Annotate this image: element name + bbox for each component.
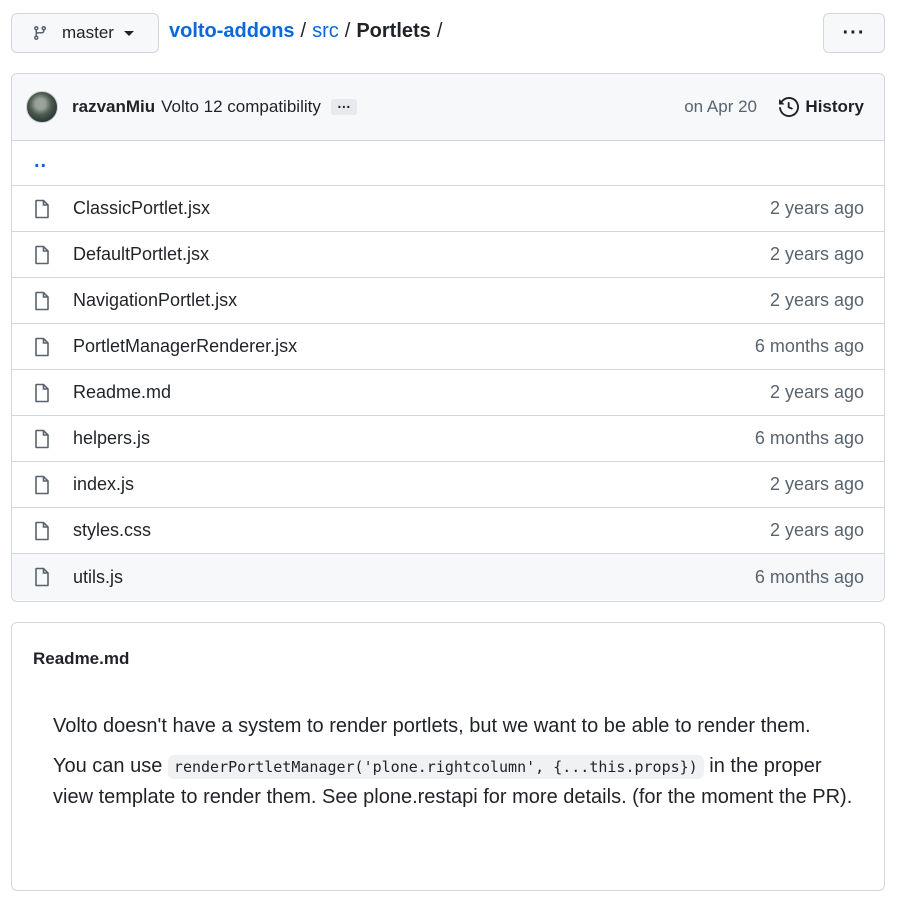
file-commit-age: 2 years ago bbox=[769, 290, 864, 310]
file-name-link[interactable]: DefaultPortlet.jsx bbox=[73, 244, 209, 265]
history-icon bbox=[779, 97, 800, 117]
inline-code: renderPortletManager('plone.rightcolumn'… bbox=[167, 755, 704, 779]
file-row[interactable]: PortletManagerRenderer.jsx 6 months ago bbox=[12, 324, 884, 370]
file-icon bbox=[34, 475, 50, 495]
file-icon bbox=[34, 199, 50, 219]
file-commit-age: 2 years ago bbox=[769, 198, 864, 218]
branch-selector-button[interactable]: master bbox=[11, 13, 159, 53]
readme-paragraph: You can use renderPortletManager('plone.… bbox=[53, 751, 853, 812]
file-name-link[interactable]: ClassicPortlet.jsx bbox=[73, 198, 210, 219]
file-icon bbox=[34, 521, 50, 541]
breadcrumb-separator: / bbox=[300, 20, 307, 42]
breadcrumb-current: Portlets bbox=[356, 20, 431, 42]
more-options-button[interactable]: ··· bbox=[823, 13, 885, 53]
file-commit-age: 2 years ago bbox=[769, 244, 864, 264]
breadcrumb-separator: / bbox=[436, 20, 443, 42]
breadcrumb: volto-addons / src / Portlets / bbox=[169, 20, 448, 43]
file-commit-age: 2 years ago bbox=[769, 520, 864, 540]
file-row[interactable]: DefaultPortlet.jsx 2 years ago bbox=[12, 232, 884, 278]
parent-directory-link[interactable]: .. bbox=[34, 150, 47, 173]
file-name-link[interactable]: index.js bbox=[73, 474, 134, 495]
latest-commit-bar: razvanMiu Volto 12 compatibility … on Ap… bbox=[12, 74, 884, 141]
file-row[interactable]: index.js 2 years ago bbox=[12, 462, 884, 508]
file-row[interactable]: Readme.md 2 years ago bbox=[12, 370, 884, 416]
file-icon bbox=[34, 567, 50, 587]
file-name-link[interactable]: utils.js bbox=[73, 567, 123, 588]
parent-directory-row: .. bbox=[12, 141, 884, 186]
file-icon bbox=[34, 429, 50, 449]
readme-text: You can use bbox=[53, 755, 168, 777]
file-row[interactable]: ClassicPortlet.jsx 2 years ago bbox=[12, 186, 884, 232]
commit-author-link[interactable]: razvanMiu bbox=[72, 97, 155, 117]
file-commit-age: 6 months ago bbox=[754, 428, 864, 448]
readme-body: Volto doesn't have a system to render po… bbox=[53, 711, 853, 822]
file-commit-age: 6 months ago bbox=[754, 566, 864, 587]
file-listing: razvanMiu Volto 12 compatibility … on Ap… bbox=[11, 73, 885, 602]
file-icon bbox=[34, 291, 50, 311]
breadcrumb-src-link[interactable]: src bbox=[312, 20, 339, 43]
file-commit-age: 6 months ago bbox=[754, 336, 864, 356]
file-row[interactable]: helpers.js 6 months ago bbox=[12, 416, 884, 462]
history-label: History bbox=[805, 97, 864, 116]
avatar[interactable] bbox=[26, 91, 58, 123]
breadcrumb-repo-link[interactable]: volto-addons bbox=[169, 20, 295, 43]
file-icon bbox=[34, 337, 50, 357]
file-commit-age: 2 years ago bbox=[769, 474, 864, 494]
file-row[interactable]: utils.js 6 months ago bbox=[12, 554, 884, 600]
file-name-link[interactable]: Readme.md bbox=[73, 382, 171, 403]
git-branch-icon bbox=[32, 25, 48, 41]
file-name-link[interactable]: helpers.js bbox=[73, 428, 150, 449]
commit-date: on Apr 20 bbox=[684, 97, 757, 116]
commit-message-link[interactable]: Volto 12 compatibility bbox=[161, 97, 321, 117]
file-name-link[interactable]: styles.css bbox=[73, 520, 151, 541]
commit-expand-button[interactable]: … bbox=[330, 96, 357, 115]
breadcrumb-separator: / bbox=[344, 20, 351, 42]
kebab-horizontal-icon: ··· bbox=[842, 21, 866, 44]
branch-name: master bbox=[62, 23, 114, 42]
history-link[interactable]: History bbox=[779, 97, 864, 117]
readme-title: Readme.md bbox=[33, 649, 130, 668]
file-row[interactable]: NavigationPortlet.jsx 2 years ago bbox=[12, 278, 884, 324]
file-icon bbox=[34, 383, 50, 403]
file-icon bbox=[34, 245, 50, 265]
file-name-link[interactable]: PortletManagerRenderer.jsx bbox=[73, 336, 297, 357]
readme-panel: Readme.md Volto doesn't have a system to… bbox=[11, 622, 885, 891]
file-commit-age: 2 years ago bbox=[769, 382, 864, 402]
readme-paragraph: Volto doesn't have a system to render po… bbox=[53, 715, 811, 737]
file-name-link[interactable]: NavigationPortlet.jsx bbox=[73, 290, 237, 311]
chevron-down-icon bbox=[123, 30, 134, 36]
file-row[interactable]: styles.css 2 years ago bbox=[12, 508, 884, 554]
